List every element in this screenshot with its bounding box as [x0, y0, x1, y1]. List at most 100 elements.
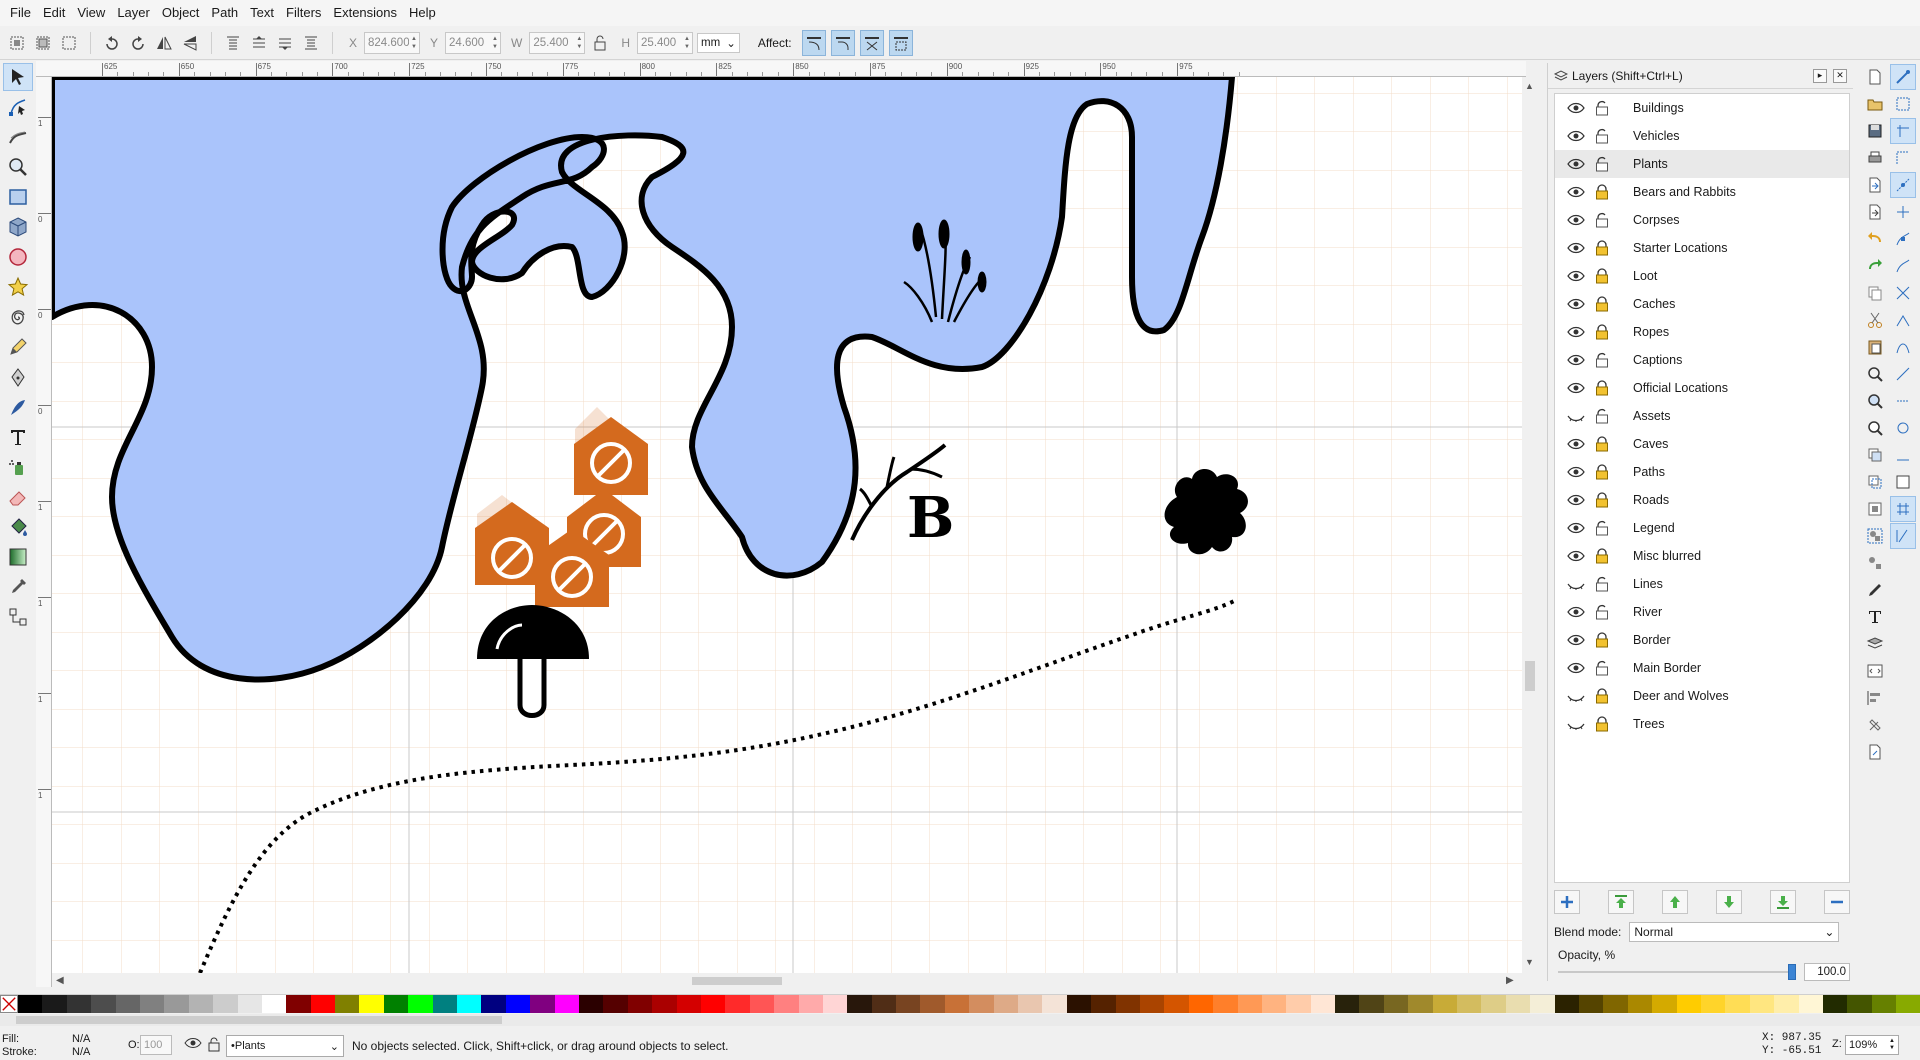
- layer-row[interactable]: Starter Locations: [1555, 234, 1849, 262]
- layer-row[interactable]: Vehicles: [1555, 122, 1849, 150]
- bucket-fill-tool-icon[interactable]: [3, 513, 33, 541]
- canvas-drawing[interactable]: B: [52, 77, 1522, 973]
- snap-page-border-icon[interactable]: [1890, 469, 1916, 495]
- snap-grids-icon[interactable]: [1890, 496, 1916, 522]
- color-swatch[interactable]: [66, 995, 92, 1013]
- lock-closed-icon[interactable]: [1595, 548, 1609, 564]
- lock-closed-icon[interactable]: [1595, 492, 1609, 508]
- color-swatch[interactable]: [652, 995, 677, 1013]
- lock-open-icon[interactable]: [1595, 100, 1609, 116]
- color-swatch[interactable]: [530, 995, 555, 1013]
- eye-closed-icon[interactable]: [1567, 578, 1585, 590]
- color-swatch[interactable]: [798, 995, 823, 1013]
- unlink-clone-icon[interactable]: [1862, 496, 1888, 522]
- flip-horizontal-icon[interactable]: [153, 32, 175, 54]
- lower-icon[interactable]: [274, 32, 296, 54]
- color-swatch[interactable]: [408, 995, 433, 1013]
- eye-open-icon[interactable]: [1567, 662, 1585, 674]
- fill-stroke-icon[interactable]: [1862, 577, 1888, 603]
- layer-row[interactable]: Deer and Wolves: [1555, 682, 1849, 710]
- y-spin-arrows[interactable]: ▲ ▼: [490, 33, 500, 53]
- eye-open-icon[interactable]: [1567, 214, 1585, 226]
- w-input[interactable]: [530, 32, 575, 53]
- layer-row[interactable]: Assets: [1555, 402, 1849, 430]
- blend-mode-select[interactable]: Normal ⌄: [1629, 922, 1840, 942]
- affect-stroke-width-icon[interactable]: [801, 29, 826, 56]
- eye-open-icon[interactable]: [1567, 130, 1585, 142]
- color-swatch[interactable]: [1286, 995, 1311, 1013]
- color-swatch[interactable]: [847, 995, 872, 1013]
- color-swatch[interactable]: [749, 995, 775, 1013]
- eye-open-icon[interactable]: [1567, 270, 1585, 282]
- eye-open-icon[interactable]: [1567, 466, 1585, 478]
- color-swatch[interactable]: [1164, 995, 1189, 1013]
- color-swatch[interactable]: [1725, 995, 1750, 1013]
- color-swatch[interactable]: [115, 995, 140, 1013]
- ungroup-icon[interactable]: [1862, 550, 1888, 576]
- lock-open-icon[interactable]: [1595, 660, 1609, 676]
- color-swatch[interactable]: [1066, 995, 1092, 1013]
- paste-icon[interactable]: [1862, 334, 1888, 360]
- layer-row[interactable]: Official Locations: [1555, 374, 1849, 402]
- menu-filters[interactable]: Filters: [280, 0, 327, 26]
- vertical-ruler[interactable]: 1 0 0 0 1 1 1 1: [36, 77, 52, 987]
- lock-closed-icon[interactable]: [1595, 240, 1609, 256]
- opacity-slider-thumb[interactable]: [1788, 964, 1796, 980]
- color-swatch[interactable]: [896, 995, 921, 1013]
- lock-open-icon[interactable]: [1595, 352, 1609, 368]
- select-all-layers-icon[interactable]: [32, 32, 54, 54]
- lock-closed-icon[interactable]: [1595, 324, 1609, 340]
- scrollbar-thumb[interactable]: [16, 1016, 502, 1024]
- layer-row[interactable]: Corpses: [1555, 206, 1849, 234]
- lock-open-icon[interactable]: [1595, 520, 1609, 536]
- color-swatch[interactable]: [1554, 995, 1579, 1013]
- eye-open-icon[interactable]: [1567, 158, 1585, 170]
- color-swatch[interactable]: [1359, 995, 1384, 1013]
- eye-open-icon[interactable]: [1567, 494, 1585, 506]
- raise-layer-to-top-button[interactable]: [1608, 890, 1634, 914]
- panel-options-icon[interactable]: ▸: [1813, 68, 1827, 83]
- lock-closed-icon[interactable]: [1595, 716, 1609, 732]
- layer-row[interactable]: Loot: [1555, 262, 1849, 290]
- y-input[interactable]: [446, 32, 491, 53]
- menu-file[interactable]: File: [4, 0, 37, 26]
- color-swatch[interactable]: [822, 995, 848, 1013]
- color-swatch[interactable]: [700, 995, 726, 1013]
- layer-row[interactable]: Main Border: [1555, 654, 1849, 682]
- duplicate-icon[interactable]: [1862, 442, 1888, 468]
- color-swatch[interactable]: [310, 995, 336, 1013]
- color-swatch[interactable]: [1139, 995, 1165, 1013]
- menu-extensions[interactable]: Extensions: [327, 0, 403, 26]
- color-swatch[interactable]: [774, 995, 799, 1013]
- snap-text-baseline-icon[interactable]: [1890, 442, 1916, 468]
- redo-icon[interactable]: [1862, 253, 1888, 279]
- delete-layer-button[interactable]: [1824, 890, 1850, 914]
- zoom-tool-icon[interactable]: [3, 153, 33, 181]
- pencil-tool-icon[interactable]: [3, 333, 33, 361]
- snap-cusp-nodes-icon[interactable]: [1890, 307, 1916, 333]
- text-tool-icon[interactable]: [3, 423, 33, 451]
- zoom-drawing-icon[interactable]: [1862, 388, 1888, 414]
- current-layer-select[interactable]: •Plants ⌄: [226, 1035, 344, 1057]
- color-swatch[interactable]: [1018, 995, 1043, 1013]
- color-swatch[interactable]: [164, 995, 189, 1013]
- eye-closed-icon[interactable]: [1567, 690, 1585, 702]
- color-swatch[interactable]: [871, 995, 897, 1013]
- lock-closed-icon[interactable]: [1595, 184, 1609, 200]
- color-swatch[interactable]: [676, 995, 701, 1013]
- color-swatch[interactable]: [335, 995, 360, 1013]
- scroll-left-arrow[interactable]: ◀: [56, 975, 64, 986]
- color-swatch[interactable]: [1335, 995, 1360, 1013]
- color-swatch[interactable]: [1432, 995, 1458, 1013]
- menu-edit[interactable]: Edit: [37, 0, 71, 26]
- lock-open-icon[interactable]: [1595, 212, 1609, 228]
- color-swatch[interactable]: [237, 995, 262, 1013]
- snap-guides-icon[interactable]: [1890, 523, 1916, 549]
- scroll-down-arrow[interactable]: ▼: [1525, 957, 1534, 967]
- snap-object-midpoints-icon[interactable]: [1890, 388, 1916, 414]
- copy-icon[interactable]: [1862, 280, 1888, 306]
- lower-layer-to-bottom-button[interactable]: [1770, 890, 1796, 914]
- color-swatch[interactable]: [554, 995, 579, 1013]
- eye-open-icon[interactable]: [1567, 102, 1585, 114]
- color-swatch[interactable]: [42, 995, 67, 1013]
